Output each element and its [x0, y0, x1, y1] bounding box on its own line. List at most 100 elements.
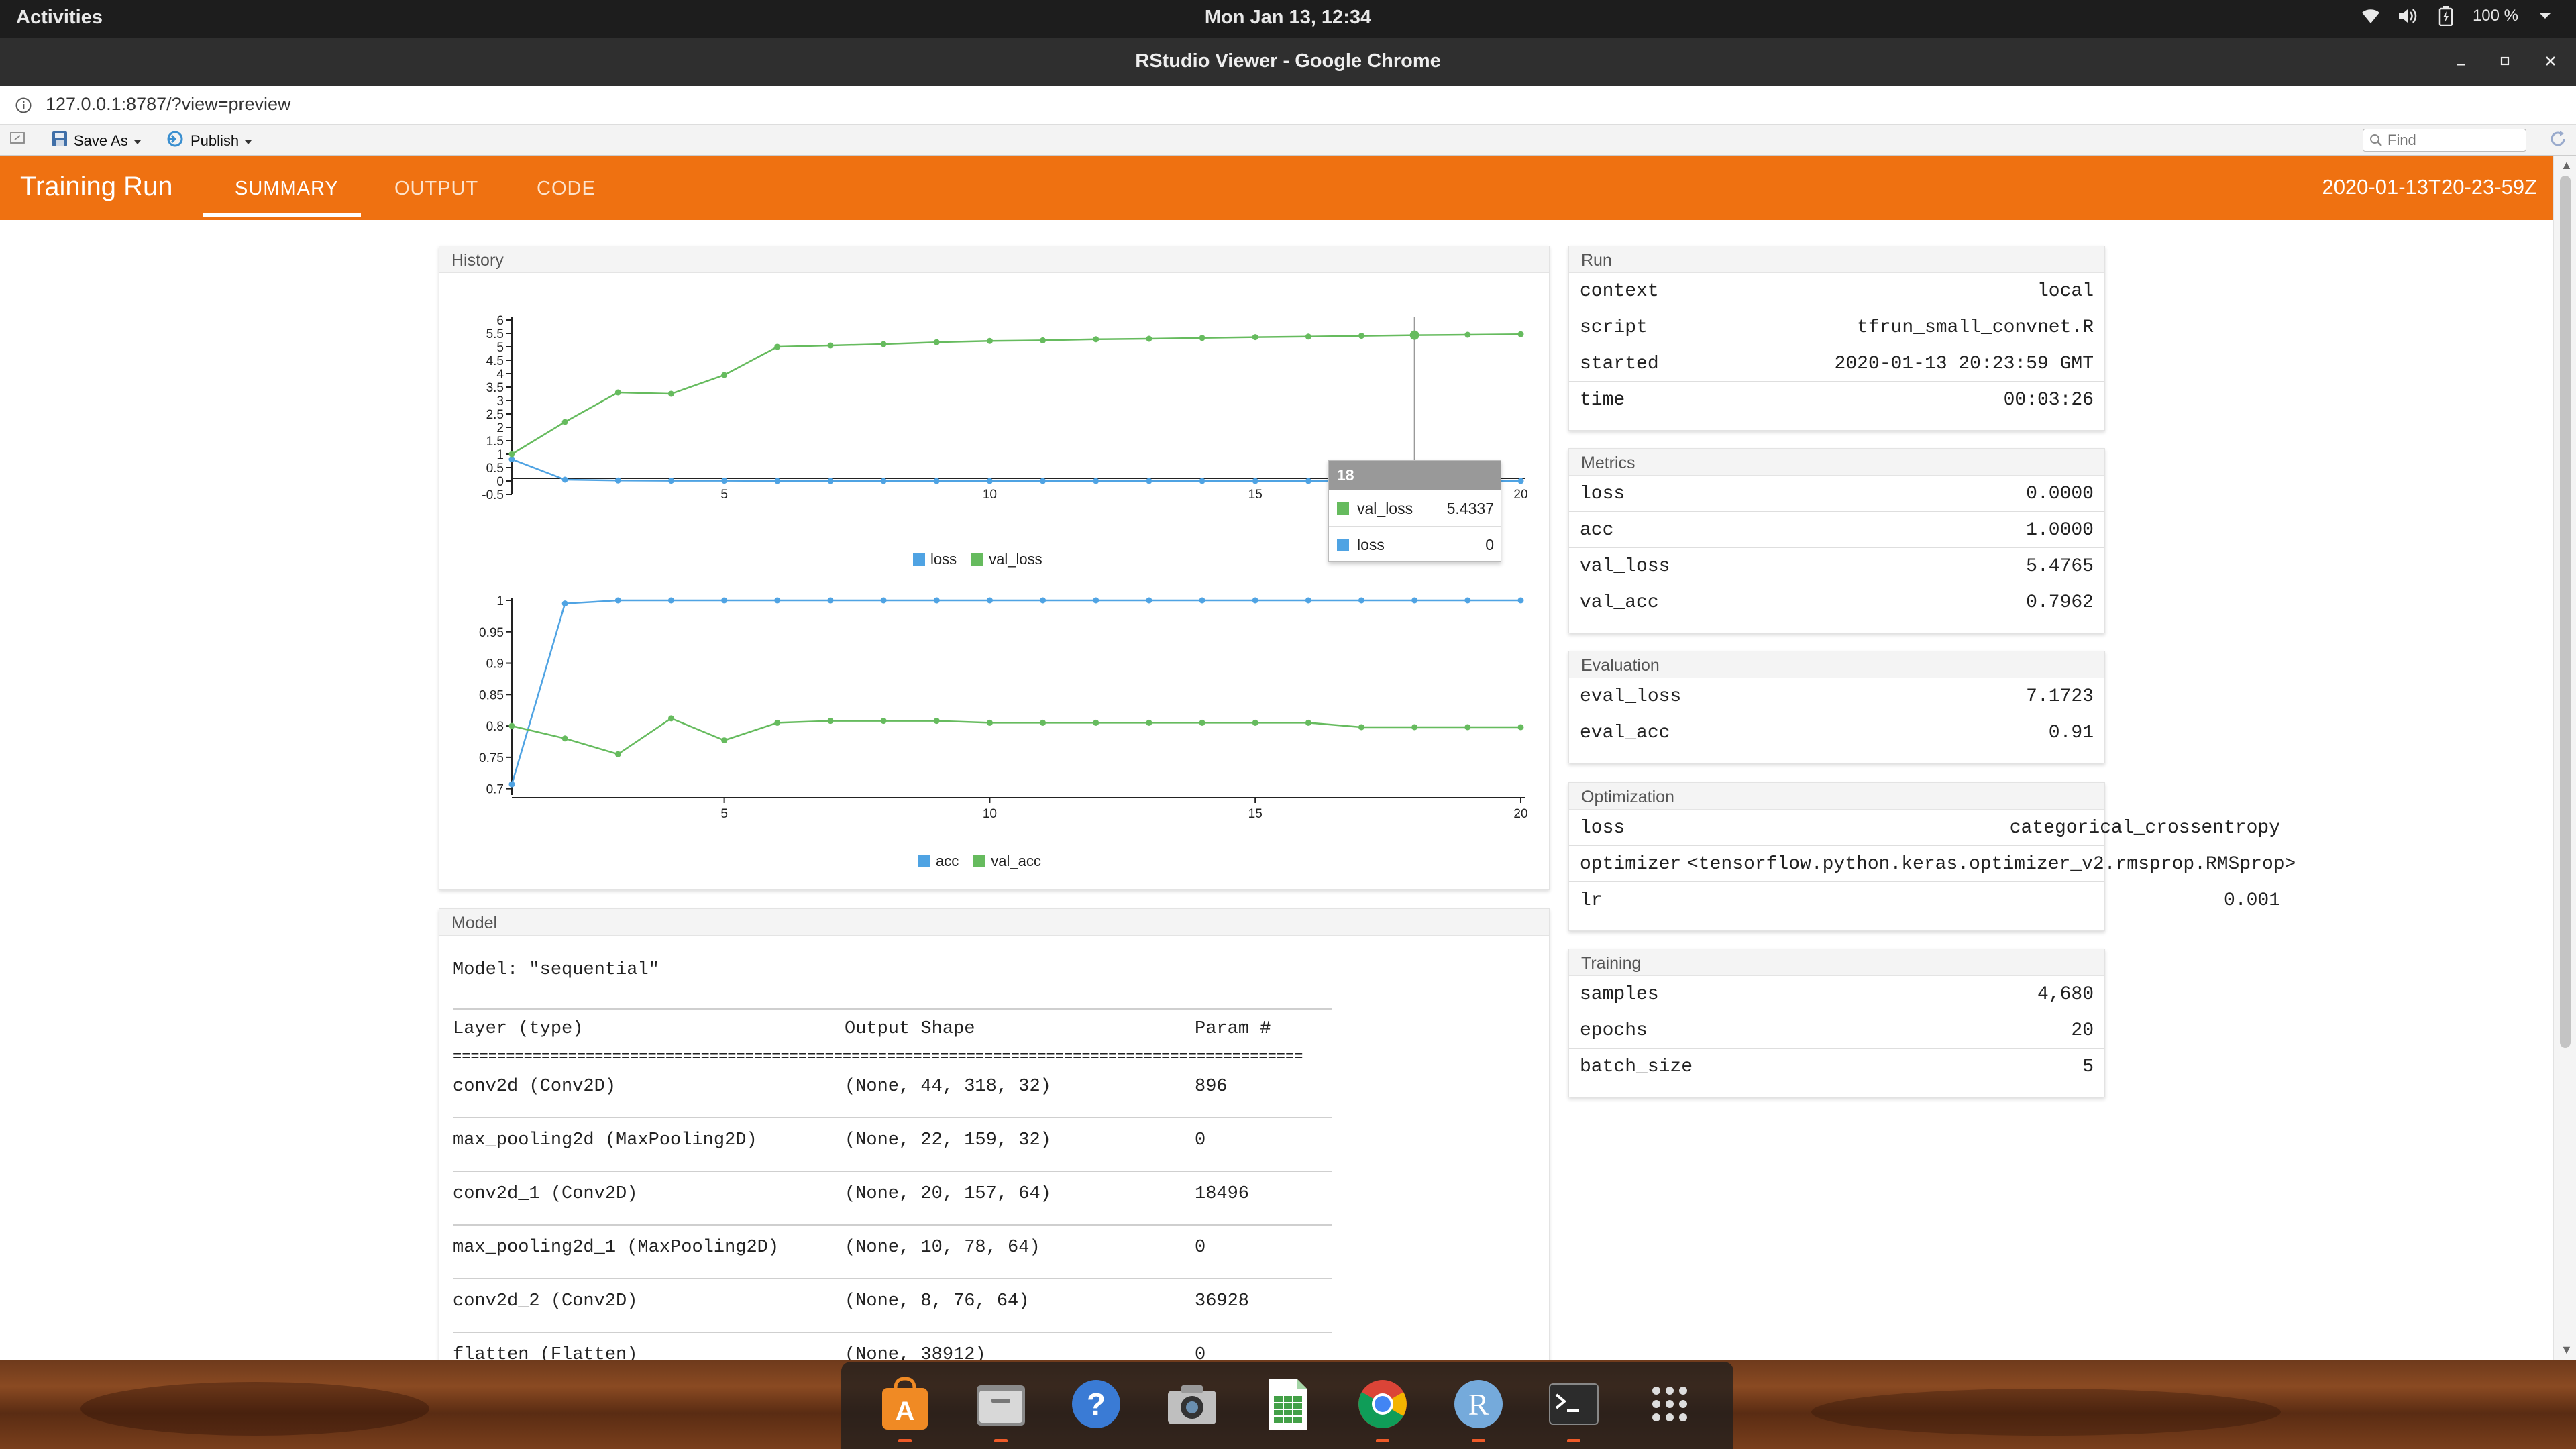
output-shape: (None, 8, 76, 64): [845, 1291, 1030, 1311]
legend-item-acc[interactable]: acc: [918, 853, 959, 870]
running-indicator: [1471, 1439, 1485, 1442]
data-point-loss: [880, 478, 887, 484]
open-in-browser-button[interactable]: [9, 130, 25, 149]
refresh-icon[interactable]: [2548, 129, 2568, 153]
dock-app-camera[interactable]: [1162, 1375, 1222, 1436]
dock-app-grid[interactable]: [1640, 1375, 1700, 1436]
kv-key: eval_acc: [1580, 722, 1670, 743]
data-point-loss: [1199, 478, 1205, 484]
data-point-val_loss: [1464, 331, 1471, 338]
kv-value: <tensorflow.python.keras.optimizer_v2.rm…: [1687, 854, 2296, 875]
legend-item-val-acc[interactable]: val_acc: [973, 853, 1041, 870]
legend-label: loss: [930, 551, 957, 568]
layer-name: conv2d_2 (Conv2D): [453, 1291, 638, 1311]
model-summary: Model: "sequential" Layer (type) Output …: [439, 936, 1549, 1411]
publish-button[interactable]: Publish: [165, 130, 252, 152]
kv-value: 20: [2071, 1020, 2094, 1041]
data-point-loss: [1252, 478, 1258, 484]
window-title-bar: RStudio Viewer - Google Chrome: [0, 38, 2576, 86]
dock-app-help[interactable]: ?: [1066, 1375, 1126, 1436]
app-grid-icon: [1642, 1376, 1698, 1436]
system-tray[interactable]: 100 %: [2360, 5, 2556, 27]
scroll-down-icon[interactable]: ▼: [2561, 1343, 2573, 1357]
data-point-acc: [1252, 597, 1258, 604]
info-icon[interactable]: [15, 97, 32, 114]
layer-name: max_pooling2d_1 (MaxPooling2D): [453, 1238, 780, 1258]
data-point-val_acc: [1199, 719, 1205, 726]
dock-app-software[interactable]: A: [875, 1375, 935, 1442]
kv-value: tfrun_small_convnet.R: [1857, 317, 2094, 338]
url-text[interactable]: 127.0.0.1:8787/?view=preview: [46, 94, 291, 115]
data-point-val_acc: [561, 735, 568, 742]
address-bar[interactable]: 127.0.0.1:8787/?view=preview: [0, 86, 2576, 125]
model-panel: Model Model: "sequential" Layer (type) O…: [439, 908, 1550, 1391]
battery-icon: [2435, 5, 2457, 27]
data-point-val_acc: [1411, 724, 1418, 731]
tooltip-value: 0: [1485, 536, 1494, 553]
dock-app-terminal[interactable]: [1544, 1375, 1604, 1442]
system-top-bar: Activities Mon Jan 13, 12:34 100 %: [0, 0, 2576, 38]
kv-key: script: [1580, 317, 1648, 338]
close-button[interactable]: [2538, 50, 2563, 74]
data-point-val_loss: [1093, 336, 1099, 343]
optimization-panel: Optimization loss categorical_crossentrop…: [1568, 782, 2296, 931]
y-tick-label: 6: [496, 314, 504, 328]
chrome-icon: [1354, 1376, 1411, 1436]
run-panel: Run context local script tfrun_small_convn…: [1568, 246, 2105, 431]
data-point-loss: [1146, 478, 1152, 484]
data-point-loss: [986, 478, 993, 484]
close-icon: [2544, 51, 2557, 72]
find-input[interactable]: [2387, 132, 2515, 148]
x-tick-label: 15: [1248, 488, 1263, 502]
kv-key: loss: [1580, 484, 1625, 504]
data-point-loss: [1093, 478, 1099, 484]
tab-output[interactable]: OUTPUT: [394, 178, 478, 200]
data-point-val_acc: [1146, 719, 1152, 726]
save-as-button[interactable]: Save As: [51, 130, 142, 152]
data-point-val_loss: [933, 339, 940, 345]
tab-code[interactable]: CODE: [537, 178, 596, 200]
panel-title: Run: [1569, 246, 2104, 273]
find-box[interactable]: [2363, 129, 2526, 152]
data-point-val_loss: [508, 451, 515, 458]
y-tick-label: 3.5: [486, 381, 504, 395]
scroll-up-icon[interactable]: ▲: [2561, 158, 2573, 172]
data-point-val_acc: [986, 719, 993, 726]
output-shape: (None, 22, 159, 32): [845, 1130, 1051, 1150]
accuracy-chart[interactable]: 0.70.750.80.850.90.9515 10 15 20: [439, 576, 1550, 845]
data-point-acc: [1517, 597, 1524, 604]
kv-row: started 2020-01-13 20:23:59 GMT: [1569, 345, 2104, 382]
tab-summary[interactable]: SUMMARY: [235, 178, 339, 200]
y-tick-label: 1: [496, 594, 504, 608]
dock-app-rstudio[interactable]: R: [1448, 1375, 1509, 1442]
y-tick-label: -0.5: [482, 488, 504, 502]
maximize-button[interactable]: [2493, 50, 2517, 74]
data-point-val_loss: [667, 390, 674, 397]
dock-app-spreadsheet[interactable]: [1257, 1375, 1318, 1436]
kv-key: acc: [1580, 520, 1614, 541]
browser-window-icon: [9, 130, 25, 149]
data-point-val_loss: [1146, 335, 1152, 342]
clock[interactable]: Mon Jan 13, 12:34: [0, 7, 2576, 29]
cheese-camera-icon: [1164, 1376, 1220, 1436]
data-point-val_loss: [986, 337, 993, 344]
dock-app-chrome[interactable]: [1352, 1375, 1413, 1442]
vertical-scrollbar[interactable]: ▲ ▼: [2553, 156, 2576, 1360]
svg-text:A: A: [896, 1397, 915, 1426]
kv-key: val_acc: [1580, 592, 1659, 613]
data-point-val_acc: [1358, 724, 1365, 731]
scrollbar-thumb[interactable]: [2560, 176, 2571, 1048]
rstudio-icon: R: [1450, 1376, 1507, 1436]
x-tick-label: 5: [720, 807, 728, 821]
data-point-val_acc: [1040, 719, 1046, 726]
kv-key: started: [1580, 354, 1659, 374]
layer-name: conv2d (Conv2D): [453, 1077, 616, 1097]
app-title: Training Run: [20, 172, 173, 201]
publish-icon: [165, 130, 185, 152]
legend-item-loss[interactable]: loss: [913, 551, 957, 568]
legend-item-val-loss[interactable]: val_loss: [971, 551, 1042, 568]
dock-app-files[interactable]: [971, 1375, 1031, 1442]
minimize-button[interactable]: [2449, 50, 2473, 74]
data-point-acc: [880, 597, 887, 604]
kv-row: time 00:03:26: [1569, 382, 2104, 418]
